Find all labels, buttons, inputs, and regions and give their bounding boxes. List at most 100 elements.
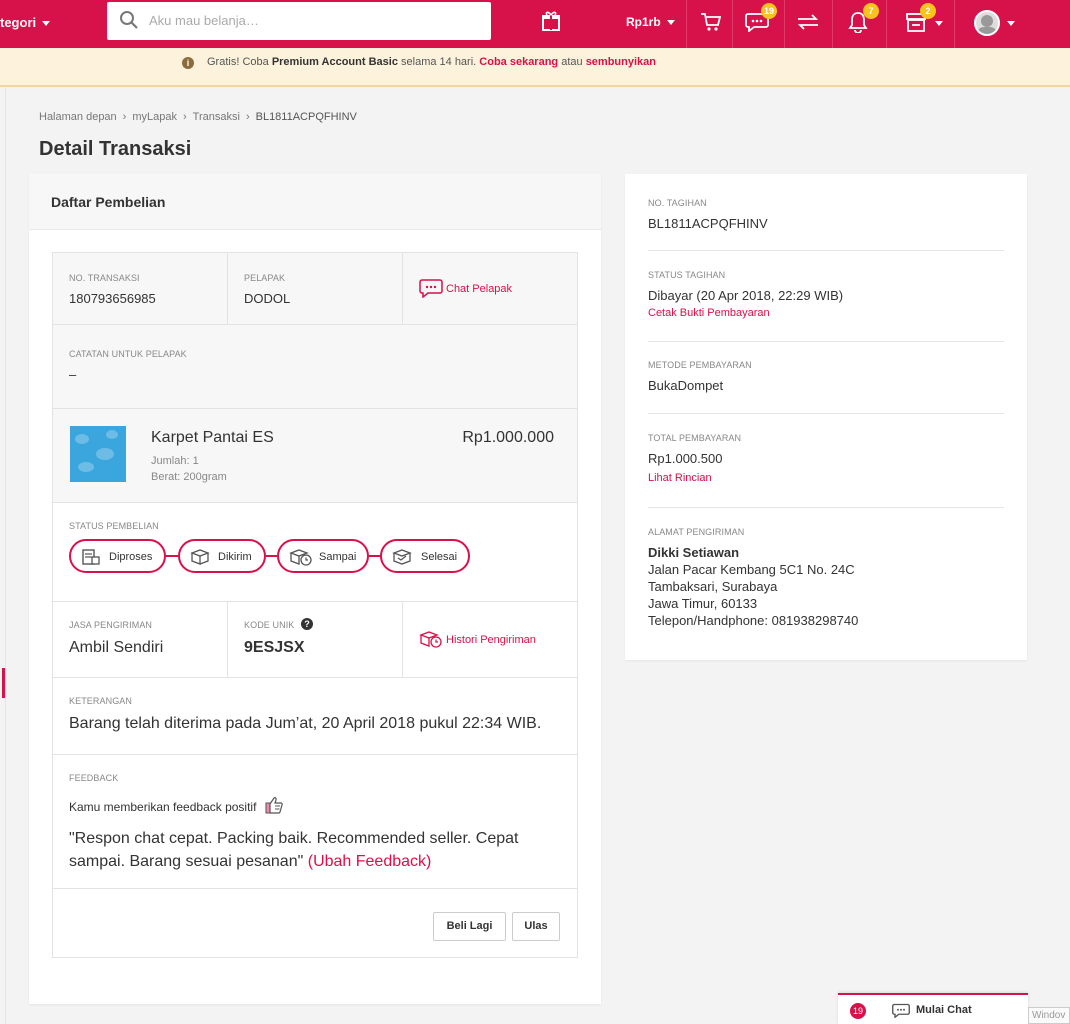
search-bar[interactable]: Aku mau belanja… bbox=[107, 2, 491, 40]
shipping-history-cell[interactable]: Histori Pengiriman bbox=[403, 602, 579, 677]
product-name[interactable]: Karpet Pantai ES bbox=[151, 429, 274, 447]
product-image[interactable] bbox=[70, 426, 126, 482]
feedback-line-2-text: sampai. Barang sesuai pesanan" bbox=[69, 853, 304, 870]
chat-dock[interactable]: 19 Mulai Chat bbox=[838, 993, 1028, 1024]
recipient-name: Dikki Setiawan bbox=[648, 545, 740, 560]
top-navbar: tegori Aku mau belanja… Rp1rb 19 7 2 bbox=[0, 0, 1070, 48]
seller-cell: PELAPAK DODOL bbox=[228, 253, 403, 324]
divider bbox=[686, 0, 687, 48]
status-step-label: Diproses bbox=[109, 551, 153, 563]
breadcrumb-separator: › bbox=[122, 111, 127, 123]
unique-code-label: KODE UNIK bbox=[244, 620, 295, 630]
seller-name[interactable]: DODOL bbox=[244, 291, 290, 306]
courier-cell: JASA PENGIRIMAN Ambil Sendiri bbox=[53, 602, 228, 677]
try-now-link[interactable]: Coba sekarang bbox=[479, 56, 558, 68]
box-clock-icon bbox=[419, 630, 443, 653]
transaction-detail-box: NO. TRANSAKSI 180793656985 PELAPAK DODOL… bbox=[52, 252, 578, 958]
cart-icon[interactable] bbox=[700, 12, 722, 37]
actions-row: Beli Lagi Ulas bbox=[53, 889, 577, 957]
kategori-menu[interactable]: tegori bbox=[0, 0, 51, 48]
breadcrumb-separator: › bbox=[245, 111, 250, 123]
breadcrumb-current: BL1811ACPQFHINV bbox=[255, 111, 357, 123]
chevron-down-icon bbox=[42, 21, 51, 27]
payment-method-section: METODE PEMBAYARAN BukaDompet bbox=[648, 360, 1004, 414]
breadcrumb-mylapak[interactable]: myLapak bbox=[132, 111, 177, 123]
search-icon bbox=[119, 10, 139, 35]
invoice-number: BL1811ACPQFHINV bbox=[648, 216, 768, 231]
breadcrumb-separator: › bbox=[182, 111, 187, 123]
status-step-dikirim: Dikirim bbox=[178, 539, 266, 573]
remarks-row: KETERANGAN Barang telah diterima pada Ju… bbox=[53, 678, 577, 755]
promo-text: Gratis! Coba Premium Account Basic selam… bbox=[207, 56, 656, 68]
feedback-label: FEEDBACK bbox=[69, 773, 119, 783]
search-input[interactable]: Aku mau belanja… bbox=[149, 13, 259, 28]
invoice-number-label: NO. TAGIHAN bbox=[648, 198, 707, 208]
status-connector bbox=[266, 555, 277, 557]
box-clock-icon bbox=[289, 548, 313, 569]
status-step-sampai: Sampai bbox=[277, 539, 369, 573]
balance-value: Rp1rb bbox=[626, 15, 661, 29]
status-step-label: Sampai bbox=[319, 551, 357, 563]
promo-or: atau bbox=[558, 56, 586, 68]
gift-icon[interactable] bbox=[540, 10, 562, 37]
divider bbox=[954, 0, 955, 48]
shipping-row: JASA PENGIRIMAN Ambil Sendiri KODE UNIK … bbox=[53, 602, 577, 678]
divider bbox=[732, 0, 733, 48]
address-line: Tambaksari, Surabaya bbox=[648, 579, 778, 594]
seller-note: – bbox=[69, 367, 77, 382]
status-step-selesai: Selesai bbox=[380, 539, 470, 573]
promo-prefix: Gratis! Coba bbox=[207, 56, 272, 68]
breadcrumb-home[interactable]: Halaman depan bbox=[39, 111, 117, 123]
os-watermark: Windov bbox=[1028, 1007, 1070, 1024]
edit-feedback-link[interactable]: (Ubah Feedback) bbox=[308, 853, 432, 870]
transfer-icon[interactable] bbox=[796, 14, 820, 35]
unique-code: 9ESJSX bbox=[244, 639, 305, 656]
product-quantity: Jumlah: 1 bbox=[151, 455, 199, 467]
chat-seller-link[interactable]: Chat Pelapak bbox=[446, 283, 512, 295]
address-line: Jalan Pacar Kembang 5C1 No. 24C bbox=[648, 562, 855, 577]
buy-again-button[interactable]: Beli Lagi bbox=[433, 912, 506, 941]
unique-code-cell: KODE UNIK ? 9ESJSX bbox=[228, 602, 403, 677]
kategori-label: tegori bbox=[0, 15, 37, 30]
transaction-number-cell: NO. TRANSAKSI 180793656985 bbox=[53, 253, 228, 324]
status-connector bbox=[166, 555, 178, 557]
chevron-down-icon bbox=[1007, 21, 1015, 26]
help-icon[interactable]: ? bbox=[301, 618, 313, 630]
processing-icon bbox=[81, 548, 101, 569]
side-rail-indicator bbox=[2, 668, 5, 698]
purchase-status-row: STATUS PEMBELIAN Diproses Dikirim Sampai… bbox=[53, 503, 577, 602]
review-button[interactable]: Ulas bbox=[512, 912, 560, 941]
shipping-history-link[interactable]: Histori Pengiriman bbox=[446, 634, 536, 646]
breadcrumb-transaksi[interactable]: Transaksi bbox=[193, 111, 240, 123]
status-step-label: Dikirim bbox=[218, 551, 252, 563]
remarks-text: Barang telah diterima pada Jum’at, 20 Ap… bbox=[69, 715, 542, 732]
chevron-down-icon bbox=[935, 21, 943, 26]
breadcrumb: Halaman depan › myLapak › Transaksi › BL1811AC… bbox=[39, 111, 357, 123]
feedback-text: "Respon chat cepat. Packing baik. Recomm… bbox=[69, 827, 518, 873]
card-title: Daftar Pembelian bbox=[51, 194, 166, 210]
balance-menu[interactable]: Rp1rb bbox=[626, 0, 675, 48]
courier-name: Ambil Sendiri bbox=[69, 639, 164, 656]
transaction-number: 180793656985 bbox=[69, 291, 156, 306]
shipping-address-label: ALAMAT PENGIRIMAN bbox=[648, 527, 745, 537]
store-badge: 2 bbox=[920, 3, 936, 19]
seller-note-label: CATATAN UNTUK PELAPAK bbox=[69, 349, 187, 359]
notification-badge: 7 bbox=[863, 3, 879, 19]
chat-seller-cell[interactable]: Chat Pelapak bbox=[403, 253, 579, 324]
payment-total: Rp1.000.500 bbox=[648, 451, 723, 466]
courier-label: JASA PENGIRIMAN bbox=[69, 620, 153, 630]
hide-promo-link[interactable]: sembunyikan bbox=[586, 56, 656, 68]
product-row: Karpet Pantai ES Jumlah: 1 Berat: 200gra… bbox=[53, 409, 577, 503]
chevron-down-icon bbox=[666, 20, 675, 26]
payment-method: BukaDompet bbox=[648, 378, 724, 393]
chat-icon bbox=[892, 1003, 910, 1023]
view-details-link[interactable]: Lihat Rincian bbox=[648, 472, 1004, 484]
start-chat-label: Mulai Chat bbox=[916, 1004, 972, 1016]
avatar[interactable] bbox=[974, 10, 1000, 36]
print-receipt-link[interactable]: Cetak Bukti Pembayaran bbox=[648, 307, 1004, 319]
promo-banner: i Gratis! Coba Premium Account Basic sel… bbox=[0, 48, 1070, 87]
divider bbox=[832, 0, 833, 48]
promo-middle: selama 14 hari. bbox=[397, 56, 480, 68]
phone-number: Telepon/Handphone: 081938298740 bbox=[648, 613, 859, 628]
product-weight: Berat: 200gram bbox=[151, 471, 227, 483]
